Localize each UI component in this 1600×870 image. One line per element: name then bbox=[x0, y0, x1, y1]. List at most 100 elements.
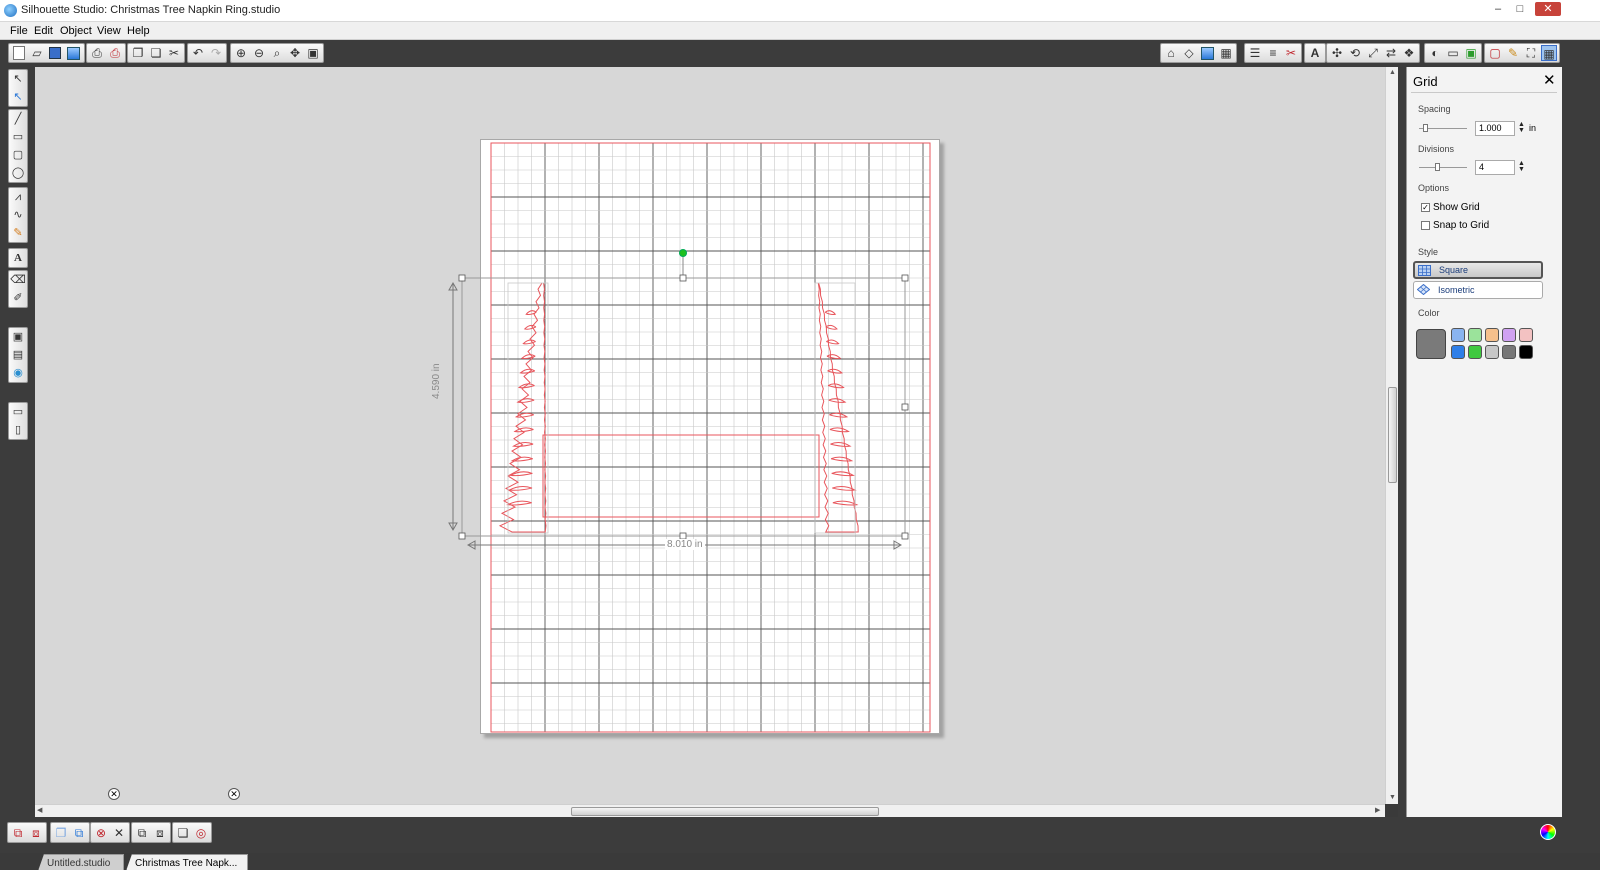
edit-points-icon[interactable]: ↖ bbox=[9, 88, 27, 106]
show-grid-check-icon[interactable]: ✓ bbox=[1421, 203, 1430, 212]
print-cut-icon[interactable]: ⎙ bbox=[107, 45, 123, 61]
paste-icon[interactable]: ❏ bbox=[148, 45, 164, 61]
library-icon[interactable] bbox=[1201, 46, 1214, 60]
cut-icon[interactable]: ✂ bbox=[166, 45, 182, 61]
print-icon[interactable]: ⎙ bbox=[89, 45, 105, 61]
style-square-button[interactable]: Square bbox=[1413, 261, 1543, 279]
menu-edit[interactable]: Edit bbox=[34, 25, 53, 37]
zoom-in-icon[interactable]: ⊕ bbox=[233, 45, 249, 61]
design-canvas[interactable]: 4.590 in 8.010 in Untitled.studio ✕ Chri… bbox=[35, 67, 1385, 870]
freehand-tool-icon[interactable]: ✎ bbox=[9, 224, 27, 242]
offset-icon[interactable]: ◎ bbox=[193, 825, 209, 841]
cutting-mat-page[interactable] bbox=[480, 139, 940, 734]
color-swatch[interactable] bbox=[1519, 328, 1533, 342]
pencil-settings-icon[interactable]: ✎ bbox=[1505, 45, 1521, 61]
color-swatch[interactable] bbox=[1485, 328, 1499, 342]
group-icon[interactable]: ⧉ bbox=[10, 825, 26, 841]
library-tool-icon[interactable]: ▤ bbox=[9, 346, 27, 364]
style-isometric-button[interactable]: Isometric bbox=[1413, 281, 1543, 299]
open-folder-icon[interactable]: ▱ bbox=[29, 45, 45, 61]
bring-to-front-icon[interactable]: ⧉ bbox=[134, 825, 150, 841]
eraser-icon[interactable]: ◇ bbox=[1181, 45, 1197, 61]
scale-icon[interactable]: ⤢ bbox=[1365, 45, 1381, 61]
zoom-selection-icon[interactable]: ⌕ bbox=[269, 45, 285, 61]
spacing-input[interactable]: 1.000 bbox=[1475, 121, 1515, 136]
divisions-input[interactable]: 4 bbox=[1475, 160, 1515, 175]
eraser-tool-icon[interactable]: ⌫ bbox=[9, 271, 27, 289]
menu-view[interactable]: View bbox=[97, 25, 121, 37]
spacing-slider[interactable] bbox=[1419, 124, 1467, 132]
cut-settings-icon[interactable]: ▣ bbox=[1463, 45, 1479, 61]
zoom-out-icon[interactable]: ⊖ bbox=[251, 45, 267, 61]
close-window-button[interactable]: ✕ bbox=[1535, 2, 1561, 16]
horizontal-scrollbar[interactable]: ◀ ▶ bbox=[35, 804, 1385, 817]
select-tool-icon[interactable]: ↖ bbox=[9, 70, 27, 88]
tab-untitled[interactable]: Untitled.studio bbox=[38, 854, 124, 870]
fit-page-icon[interactable]: ▣ bbox=[305, 45, 321, 61]
polygon-tool-icon[interactable]: ⩘ bbox=[9, 188, 27, 206]
menu-object[interactable]: Object bbox=[60, 25, 92, 37]
line-style-icon[interactable]: ≡ bbox=[1265, 45, 1281, 61]
rotate-icon[interactable]: ⟲ bbox=[1347, 45, 1363, 61]
text-tool-icon[interactable]: A bbox=[9, 249, 27, 267]
make-compound-icon[interactable]: ❐ bbox=[53, 825, 69, 841]
text-style-icon[interactable]: A bbox=[1307, 45, 1323, 61]
grid-view-icon[interactable]: ▦ bbox=[1218, 45, 1234, 61]
registration-marks-icon[interactable]: ▢ bbox=[1487, 45, 1503, 61]
release-compound-icon[interactable]: ⧉ bbox=[71, 825, 87, 841]
pan-icon[interactable]: ✥ bbox=[287, 45, 303, 61]
trace-icon[interactable]: ◐ bbox=[1427, 45, 1443, 61]
grid-settings-icon[interactable]: ▦ bbox=[1541, 45, 1557, 61]
spacing-slider-knob[interactable] bbox=[1423, 124, 1428, 132]
send-to-back-icon[interactable]: ⧈ bbox=[152, 825, 168, 841]
tab-close-icon[interactable]: ✕ bbox=[228, 788, 240, 800]
rectangle-tool-icon[interactable]: ▭ bbox=[9, 128, 27, 146]
online-store-icon[interactable]: ◉ bbox=[9, 364, 27, 382]
maximize-button[interactable]: □ bbox=[1510, 2, 1530, 16]
snap-check-box[interactable] bbox=[1421, 221, 1430, 230]
redo-icon[interactable]: ↷ bbox=[208, 45, 224, 61]
resize-handle[interactable] bbox=[458, 532, 466, 540]
vertical-scrollbar[interactable]: ▲ ▼ bbox=[1385, 67, 1398, 804]
color-wheel-icon[interactable] bbox=[1540, 824, 1556, 840]
replicate-icon[interactable]: ❖ bbox=[1401, 45, 1417, 61]
undo-icon[interactable]: ↶ bbox=[190, 45, 206, 61]
save-library-icon[interactable] bbox=[67, 46, 80, 60]
copy-icon[interactable]: ❐ bbox=[130, 45, 146, 61]
divisions-slider[interactable] bbox=[1419, 163, 1467, 171]
color-swatch[interactable] bbox=[1451, 345, 1465, 359]
color-swatch[interactable] bbox=[1468, 345, 1482, 359]
color-swatch[interactable] bbox=[1519, 345, 1533, 359]
curve-tool-icon[interactable]: ∿ bbox=[9, 206, 27, 224]
horizontal-scroll-thumb[interactable] bbox=[571, 807, 879, 816]
color-swatch[interactable] bbox=[1502, 345, 1516, 359]
color-swatch[interactable] bbox=[1451, 328, 1465, 342]
new-file-icon[interactable] bbox=[13, 46, 25, 60]
store-icon[interactable]: ⌂ bbox=[1163, 45, 1179, 61]
ungroup-icon[interactable]: ⧈ bbox=[28, 825, 44, 841]
vertical-scroll-thumb[interactable] bbox=[1388, 387, 1397, 483]
show-grid-checkbox[interactable]: ✓ Show Grid bbox=[1421, 202, 1480, 213]
tab-close-icon[interactable]: ✕ bbox=[108, 788, 120, 800]
panel-close-icon[interactable]: ✕ bbox=[1543, 73, 1556, 88]
line-color-icon[interactable]: ☰ bbox=[1247, 45, 1263, 61]
page-setup-icon[interactable]: ▭ bbox=[1445, 45, 1461, 61]
align-icon[interactable]: ✣ bbox=[1329, 45, 1345, 61]
selected-color-swatch[interactable] bbox=[1416, 329, 1446, 359]
fullscreen-icon[interactable]: ⛶ bbox=[1523, 45, 1539, 61]
divisions-slider-knob[interactable] bbox=[1435, 163, 1440, 171]
snap-to-grid-checkbox[interactable]: Snap to Grid bbox=[1421, 220, 1489, 231]
menu-help[interactable]: Help bbox=[127, 25, 150, 37]
minimize-button[interactable]: – bbox=[1488, 2, 1508, 16]
ellipse-tool-icon[interactable]: ◯ bbox=[9, 164, 27, 182]
page-view-icon[interactable]: ▣ bbox=[9, 328, 27, 346]
divisions-stepper[interactable]: ▲ ▼ bbox=[1518, 160, 1525, 173]
rounded-rectangle-tool-icon[interactable]: ▢ bbox=[9, 146, 27, 164]
line-tool-icon[interactable]: ╱ bbox=[9, 110, 27, 128]
move-icon[interactable]: ⇄ bbox=[1383, 45, 1399, 61]
weld-icon[interactable]: ⊗ bbox=[93, 825, 109, 841]
menu-file[interactable]: File bbox=[10, 25, 28, 37]
delete-icon[interactable]: ✕ bbox=[111, 825, 127, 841]
split-vertical-icon[interactable]: ▯ bbox=[9, 421, 27, 439]
duplicate-icon[interactable]: ❏ bbox=[175, 825, 191, 841]
